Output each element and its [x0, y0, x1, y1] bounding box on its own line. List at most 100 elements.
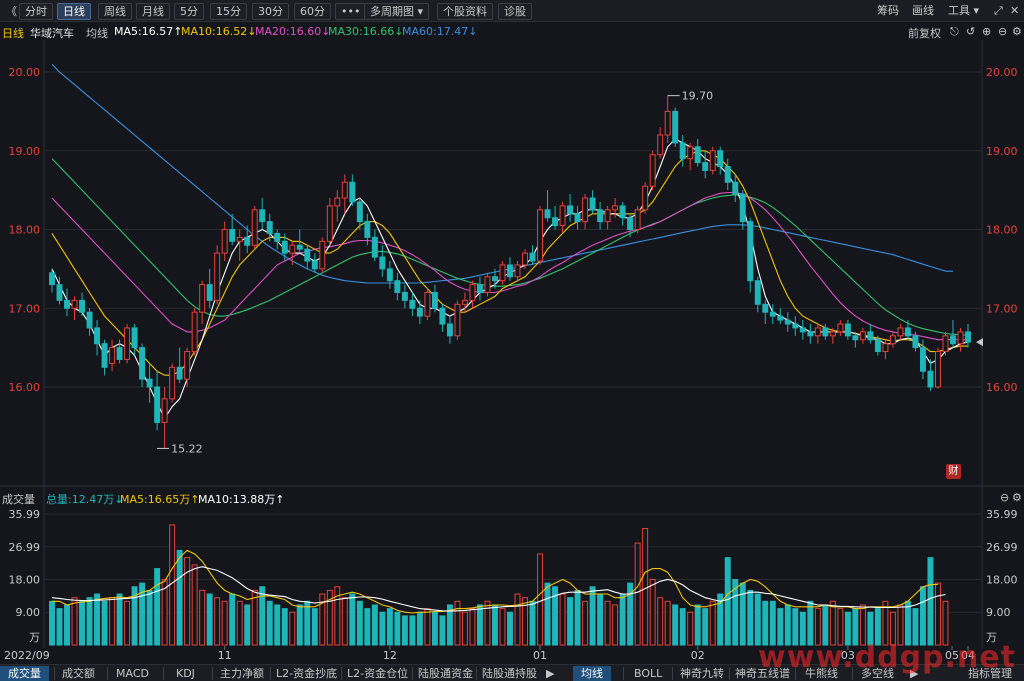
volume-bar [544, 582, 551, 646]
candle-body [64, 299, 70, 309]
volume-tick-right: 26.99 [986, 541, 1018, 554]
volume-bar [206, 593, 213, 646]
volume-bar [431, 611, 438, 646]
candle-body [522, 252, 528, 266]
candle-body [507, 264, 513, 278]
candle-body [777, 315, 784, 321]
candle-body [289, 244, 296, 254]
volume-bar [934, 582, 941, 646]
candle-body [694, 146, 701, 164]
volume-bar [672, 604, 679, 646]
candle-body [206, 284, 213, 301]
candle-body [86, 311, 93, 329]
volume-bar [679, 608, 686, 646]
candle-body [124, 327, 131, 360]
volume-bar [634, 542, 641, 646]
volume-bar [702, 608, 709, 646]
candle-body [304, 248, 311, 262]
tab-turnover[interactable]: 成交额 [62, 666, 95, 681]
candle-body [446, 323, 453, 337]
volume-bar [439, 615, 446, 646]
volume-bar [214, 597, 221, 646]
candle-body [244, 236, 251, 246]
volume-bar [371, 604, 378, 646]
volume-bar [574, 589, 581, 646]
volume-bars[interactable] [49, 524, 949, 646]
candle-body [281, 240, 288, 254]
volume-bar [822, 604, 829, 646]
price-gridlines [44, 71, 982, 388]
volume-bar [356, 600, 363, 646]
volume-bar [154, 568, 161, 646]
candle-body [754, 280, 761, 305]
candle-body [739, 193, 746, 223]
tab-volume[interactable]: 成交量 [0, 666, 49, 681]
tab-td-nine[interactable]: 神奇九转 [680, 666, 724, 681]
volume-bar [454, 600, 461, 646]
volume-tick-right: 18.00 [986, 573, 1018, 586]
candle-body [889, 335, 896, 345]
price-tick-right: 16.00 [986, 381, 1018, 394]
tab-northbound-fund[interactable]: 陆股通资金 [418, 666, 473, 681]
tab-kdj[interactable]: KDJ [176, 666, 195, 681]
volume-bar [79, 600, 86, 646]
candle-body [49, 272, 55, 286]
volume-bar [184, 557, 191, 646]
date-tick: 02 [691, 649, 705, 662]
candle-body [424, 292, 431, 317]
volume-bar [86, 597, 93, 646]
candle-body [912, 335, 919, 349]
volume-bar [461, 611, 468, 646]
price-tick-left: 20.00 [9, 66, 41, 79]
candle-body [296, 244, 303, 250]
tab-boll[interactable]: BOLL [634, 666, 662, 681]
volume-bar [709, 600, 716, 646]
candle-body [559, 205, 566, 227]
tab-main-net[interactable]: 主力净额 [220, 666, 264, 681]
candle-body [492, 276, 498, 282]
volume-bar [386, 608, 393, 646]
candle-body [679, 142, 686, 160]
volume-tick-left: 35.99 [9, 508, 41, 521]
price-tick-right: 19.00 [986, 145, 1018, 158]
tab-macd[interactable]: MACD [116, 666, 149, 681]
candle-body [364, 221, 371, 238]
volume-bar [859, 604, 866, 646]
candle-body [259, 209, 266, 223]
volume-bar [927, 557, 934, 646]
tab-ma[interactable]: 均线 [573, 666, 611, 681]
candle-body [311, 260, 318, 270]
volume-bar [71, 597, 78, 646]
tab-l2-bottom[interactable]: L2-资金抄底 [276, 666, 337, 681]
candle-body [762, 303, 769, 313]
candle-body [394, 280, 401, 293]
candle-body [717, 150, 724, 167]
volume-bar [311, 608, 318, 646]
candle-body [274, 232, 281, 242]
candle-body [957, 331, 964, 345]
volume-bar [266, 600, 273, 646]
candle-body [146, 378, 153, 388]
tab-northbound-hold[interactable]: 陆股通持股 [482, 666, 537, 681]
volume-bar [919, 586, 926, 646]
volume-bar [244, 604, 251, 646]
candle-body [251, 209, 258, 246]
financial-badge[interactable]: 财 [946, 464, 961, 479]
tabs-scroll-right-icon[interactable]: ▶ [546, 666, 554, 681]
candle-body [619, 205, 626, 219]
candle-body [529, 252, 536, 262]
price-tick-left: 19.00 [9, 145, 41, 158]
candlesticks[interactable] [49, 95, 971, 449]
candle-body [882, 343, 889, 353]
volume-bar [49, 600, 55, 646]
volume-bar [409, 615, 416, 646]
candle-body [109, 347, 116, 364]
candle-body [747, 221, 754, 282]
candle-body [657, 134, 664, 156]
candle-body [634, 209, 641, 230]
candle-body [537, 209, 544, 262]
volume-bar [424, 608, 431, 646]
kline-chart[interactable]: 19.70 15.22 20.00 20.00 19.00 19.00 18.00 18.0… [0, 0, 1024, 664]
high-price-label: 19.70 [682, 90, 714, 103]
tab-l2-position[interactable]: L2-资金仓位 [347, 666, 408, 681]
